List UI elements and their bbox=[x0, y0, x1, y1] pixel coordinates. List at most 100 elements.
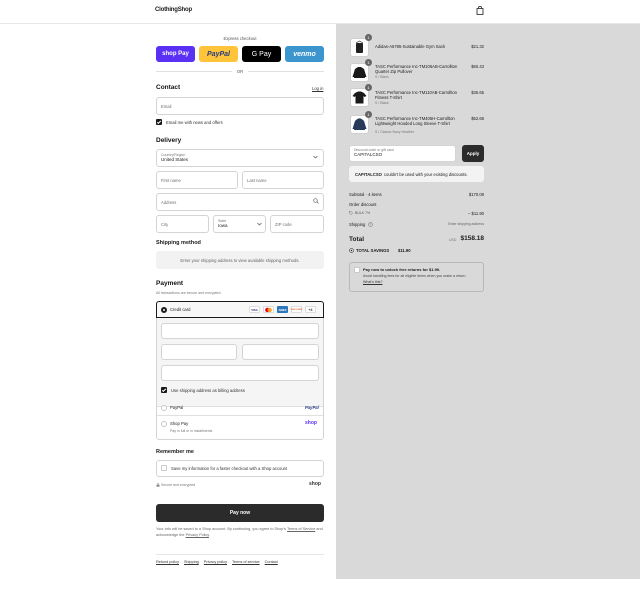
footer-links: Refund policy Shipping Privacy policy Te… bbox=[156, 560, 278, 564]
paypal-option-label[interactable]: PayPal bbox=[170, 405, 183, 410]
remember-me-label: Save my information for a faster checkou… bbox=[171, 466, 288, 471]
search-icon bbox=[313, 198, 319, 204]
discount-tag: BULK 7% bbox=[355, 211, 371, 215]
chevron-down-icon bbox=[257, 222, 262, 226]
shop-pay-button[interactable]: shop Pay bbox=[156, 46, 195, 62]
credit-card-label: Credit card bbox=[170, 307, 191, 312]
terms-of-service-link[interactable]: Terms of service bbox=[232, 560, 260, 564]
login-link[interactable]: Log in bbox=[312, 86, 323, 91]
credit-card-radio[interactable] bbox=[161, 307, 167, 313]
address-field[interactable]: Address bbox=[156, 193, 324, 211]
divider-right bbox=[248, 71, 324, 72]
apply-label: Apply bbox=[466, 151, 480, 156]
page-bottom bbox=[0, 579, 640, 607]
subtotal-value: $170.08 bbox=[468, 192, 484, 197]
security-code-field[interactable] bbox=[242, 344, 319, 360]
discover-icon: DISCOVER bbox=[291, 306, 302, 313]
shop-pay-sublabel: Pay in full or in installments bbox=[170, 429, 213, 433]
more-cards-badge: +4 bbox=[305, 306, 316, 313]
city-field[interactable]: City bbox=[156, 215, 209, 233]
news-label: Email me with news and offers bbox=[166, 120, 223, 125]
last-name-field[interactable]: Last name bbox=[242, 171, 324, 189]
country-select[interactable]: Country/Region United States bbox=[156, 149, 324, 167]
total-value: $158.18 bbox=[460, 235, 485, 242]
help-icon[interactable]: ? bbox=[368, 222, 373, 227]
expiration-field[interactable] bbox=[161, 344, 237, 360]
legal-line: Your info will be saved to a Shop accoun… bbox=[156, 527, 287, 531]
subtotal-label: Subtotal · 4 items bbox=[349, 192, 382, 197]
news-checkbox[interactable] bbox=[156, 119, 162, 125]
product-thumbnail bbox=[350, 88, 369, 107]
refund-policy-link[interactable]: Refund policy bbox=[156, 560, 179, 564]
paypal-logo: PayPal bbox=[305, 405, 319, 410]
shop-pay-option-label[interactable]: Shop Pay bbox=[170, 421, 188, 426]
discount-error-message: CAPITALCSO couldn't be used with your exi… bbox=[349, 166, 484, 182]
billing-same-label: Use shipping address as billing address bbox=[171, 388, 245, 393]
discount-field-value: CAPITALCSO bbox=[354, 152, 383, 157]
card-number-field[interactable] bbox=[161, 323, 319, 339]
savings-tag-icon bbox=[349, 248, 354, 253]
pay-now-label: Pay now bbox=[229, 510, 251, 516]
shop-logo: shop bbox=[309, 481, 321, 487]
shop-pay-label: shop Pay bbox=[162, 51, 189, 57]
mastercard-icon bbox=[263, 306, 274, 313]
quantity-badge: 1 bbox=[365, 84, 372, 91]
shipping-link[interactable]: Shipping bbox=[184, 560, 199, 564]
total-label: Total bbox=[349, 236, 365, 243]
product-thumbnail bbox=[350, 63, 369, 82]
quantity-badge: 1 bbox=[365, 34, 372, 41]
name-on-card-field[interactable] bbox=[161, 365, 319, 381]
lock-icon bbox=[156, 483, 160, 487]
paypal-radio[interactable] bbox=[161, 405, 167, 411]
discount-code-field[interactable]: Discount code or gift card CAPITALCSO bbox=[349, 145, 456, 162]
billing-same-checkbox[interactable] bbox=[161, 387, 167, 393]
product-thumbnail bbox=[350, 38, 369, 57]
zip-field[interactable]: ZIP code bbox=[270, 215, 324, 233]
google-pay-label: G Pay bbox=[251, 50, 272, 58]
payment-heading: Payment bbox=[156, 280, 184, 287]
gym-sack-image bbox=[355, 40, 364, 53]
remember-me-heading: Remember me bbox=[156, 449, 194, 455]
venmo-label: venmo bbox=[293, 50, 316, 58]
quantity-badge: 1 bbox=[365, 59, 372, 66]
tag-icon bbox=[349, 211, 353, 215]
pay-now-button[interactable]: Pay now bbox=[156, 504, 324, 522]
divider-left bbox=[156, 71, 232, 72]
product-price: $21.32 bbox=[471, 44, 484, 49]
contact-link[interactable]: Contact bbox=[265, 560, 278, 564]
svg-text:?: ? bbox=[370, 223, 372, 227]
checkout-form: Express checkout shop Pay PayPal G Pay v… bbox=[0, 24, 336, 579]
total-savings-label: TOTAL SAVINGS bbox=[356, 248, 390, 253]
delivery-heading: Delivery bbox=[156, 137, 182, 144]
shop-pay-logo: shop bbox=[305, 420, 317, 426]
shop-pay-radio[interactable] bbox=[161, 421, 167, 427]
privacy-link[interactable]: Privacy Policy bbox=[186, 533, 209, 537]
paypal-label: PayPal bbox=[207, 50, 230, 58]
whats-this-link[interactable]: What's this? bbox=[363, 280, 382, 284]
legal-text: Your info will be saved to a Shop accoun… bbox=[156, 527, 324, 538]
or-separator: OR bbox=[236, 69, 244, 74]
hooded-long-sleeve-image bbox=[352, 118, 367, 130]
google-pay-button[interactable]: G Pay bbox=[242, 46, 281, 62]
store-logo[interactable]: ClothingShop bbox=[155, 7, 192, 13]
remember-me-checkbox[interactable] bbox=[161, 465, 167, 471]
paypal-button[interactable]: PayPal bbox=[199, 46, 238, 62]
terms-link[interactable]: Terms of Service bbox=[287, 527, 315, 531]
shopping-bag-icon[interactable] bbox=[476, 6, 484, 15]
free-returns-checkbox[interactable] bbox=[354, 267, 360, 273]
privacy-policy-link[interactable]: Privacy policy bbox=[204, 560, 227, 564]
total-savings-value: $11.90 bbox=[398, 248, 411, 253]
free-returns-title: Pay now to unlock free returns for $1.99… bbox=[363, 267, 441, 272]
product-variant: S / Black bbox=[375, 101, 389, 105]
legal-period: . bbox=[208, 532, 210, 537]
error-code: CAPITALCSO bbox=[355, 171, 382, 177]
express-checkout-label: Express checkout bbox=[223, 36, 257, 41]
shipping-method-placeholder: Enter your shipping address to view avai… bbox=[156, 251, 324, 269]
product-thumbnail bbox=[350, 115, 369, 134]
email-field[interactable]: Email bbox=[156, 97, 324, 115]
product-price: $52.68 bbox=[471, 116, 484, 121]
venmo-button[interactable]: venmo bbox=[285, 46, 324, 62]
apply-button[interactable]: Apply bbox=[462, 145, 484, 162]
product-name: TASC Performance Inc-TM110AB-Carrollton … bbox=[375, 90, 457, 101]
first-name-field[interactable]: First name bbox=[156, 171, 238, 189]
